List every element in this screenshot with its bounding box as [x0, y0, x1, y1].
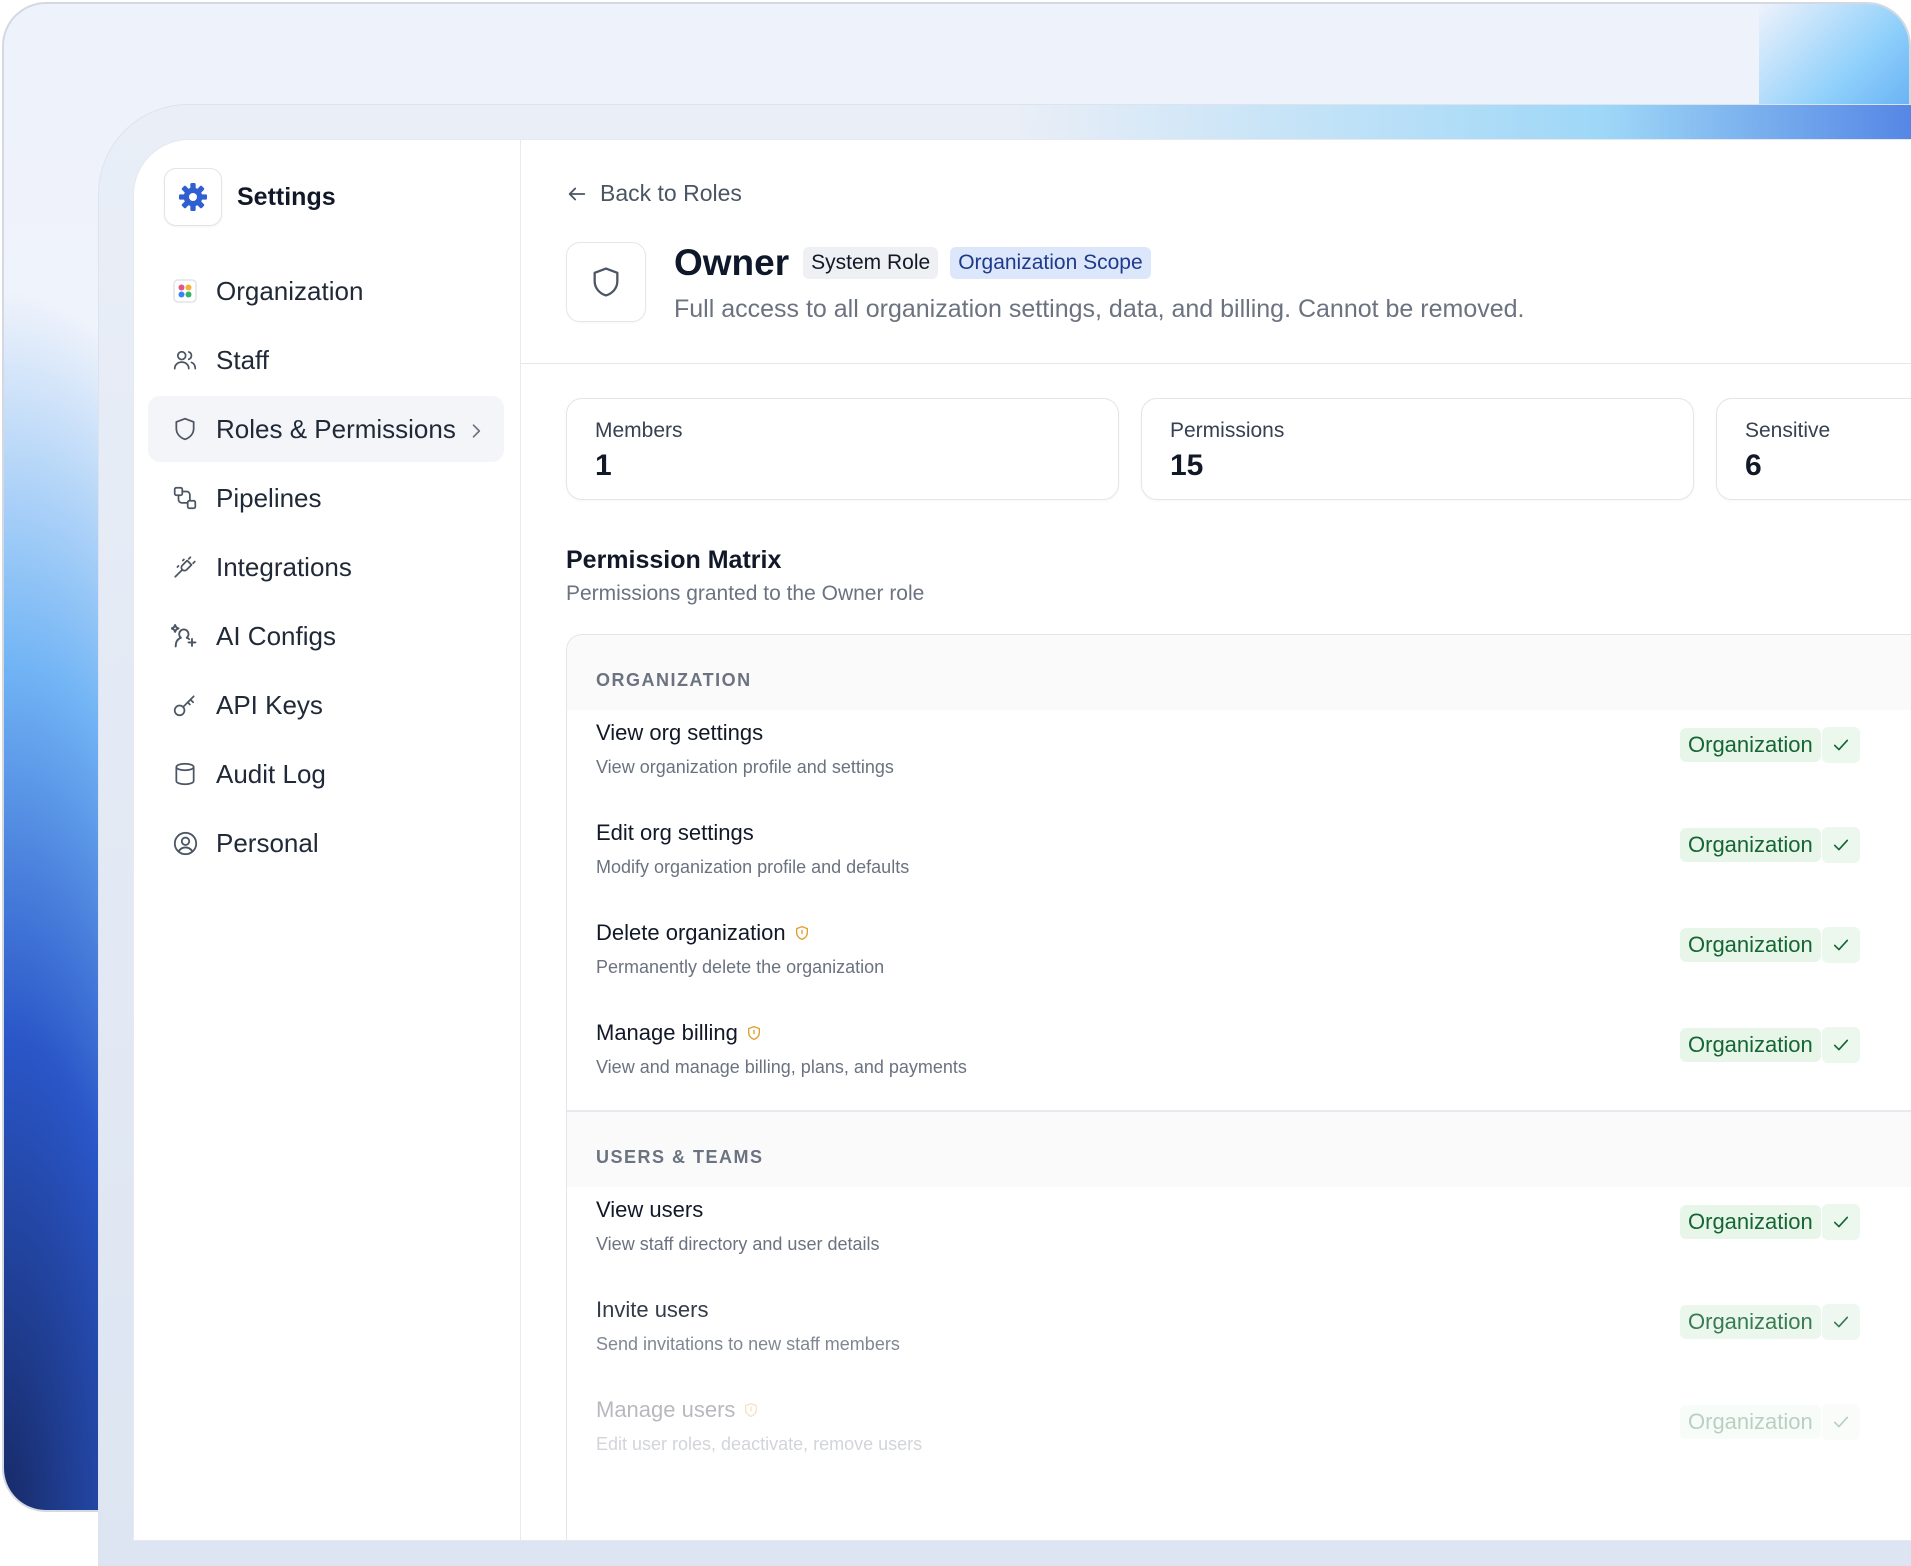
sidebar-item-label: Pipelines	[216, 482, 322, 513]
sidebar-item-ai-configs[interactable]: AI Configs	[148, 603, 504, 669]
permission-row: Invite users Send invitations to new sta…	[567, 1287, 1911, 1387]
sidebar-item-label: Integrations	[216, 551, 352, 582]
permission-title: Manage billing	[596, 1020, 738, 1045]
permission-title: Invite users	[596, 1297, 709, 1322]
sidebar-item-roles-permissions[interactable]: Roles & Permissions	[148, 396, 504, 462]
scope-badge: Organization Scope	[950, 247, 1151, 279]
permission-matrix-subtitle: Permissions granted to the Owner role	[566, 582, 925, 605]
scope-badge: Organization	[1680, 1405, 1821, 1439]
app-title: Settings	[237, 182, 336, 211]
main-content: Back to Roles Owner System Role Organiza…	[521, 140, 1911, 1540]
sidebar-item-label: Roles & Permissions	[216, 413, 456, 444]
check-icon	[1822, 1204, 1860, 1240]
stat-card-members: Members 1	[566, 398, 1119, 500]
permission-title: View org settings	[596, 720, 764, 745]
role-name: Owner	[674, 242, 790, 283]
sidebar-item-label: Organization	[216, 275, 364, 306]
sidebar-item-label: API Keys	[216, 689, 323, 720]
permission-row: Delete organization Permanently delete t…	[567, 910, 1911, 1010]
header-divider	[521, 363, 1911, 364]
sidebar-item-audit-log[interactable]: Audit Log	[148, 741, 504, 807]
permission-matrix: ORGANIZATION View org settings View orga…	[566, 634, 1911, 1540]
group-name: USERS & TEAMS	[596, 1147, 764, 1167]
system-role-badge: System Role	[803, 247, 939, 279]
sidebar: Settings Organization Staff Roles & Perm…	[134, 140, 521, 1540]
sidebar-item-pipelines[interactable]: Pipelines	[148, 465, 504, 531]
permission-row: Manage users Edit user roles, deactivate…	[567, 1387, 1911, 1487]
scope-badge: Organization	[1680, 728, 1821, 762]
stat-card-permissions: Permissions 15	[1141, 398, 1694, 500]
sidebar-item-api-keys[interactable]: API Keys	[148, 672, 504, 738]
role-description: Full access to all organization settings…	[674, 295, 1525, 323]
check-icon	[1822, 1404, 1860, 1440]
check-icon	[1822, 1304, 1860, 1340]
sidebar-nav: Organization Staff Roles & Permissions P…	[148, 258, 504, 879]
sidebar-item-label: AI Configs	[216, 620, 336, 651]
sidebar-item-staff[interactable]: Staff	[148, 327, 504, 393]
role-header: Owner System Role Organization Scope	[674, 242, 1163, 284]
shield-icon	[170, 414, 200, 444]
group-header-users-teams: USERS & TEAMS	[567, 1112, 1911, 1187]
database-icon	[170, 759, 200, 789]
group-name: ORGANIZATION	[596, 670, 752, 690]
stat-value: 1	[595, 449, 612, 482]
permission-row: View users View staff directory and user…	[567, 1187, 1911, 1287]
back-label: Back to Roles	[600, 180, 742, 206]
permission-description: View organization profile and settings	[596, 757, 894, 777]
stat-value: 15	[1170, 449, 1204, 482]
sidebar-item-personal[interactable]: Personal	[148, 810, 504, 876]
check-icon	[1822, 927, 1860, 963]
permission-matrix-title: Permission Matrix	[566, 546, 782, 574]
chevron-right-icon	[466, 418, 486, 449]
sidebar-item-label: Staff	[216, 344, 270, 375]
permission-title: Delete organization	[596, 920, 786, 945]
plug-icon	[170, 552, 200, 582]
stat-label: Members	[595, 419, 683, 442]
permission-row: View org settings View organization prof…	[567, 710, 1911, 810]
stat-label: Sensitive	[1745, 419, 1831, 442]
scope-badge: Organization	[1680, 1205, 1821, 1239]
scope-badge: Organization	[1680, 1028, 1821, 1062]
check-icon	[1822, 1027, 1860, 1063]
permission-row: Edit org settings Modify organization pr…	[567, 810, 1911, 910]
sidebar-item-label: Personal	[216, 827, 319, 858]
sidebar-item-label: Audit Log	[216, 758, 326, 789]
user-circle-icon	[170, 828, 200, 858]
stat-label: Permissions	[1170, 419, 1285, 442]
sidebar-header: Settings	[164, 168, 336, 226]
permission-description: Modify organization profile and defaults	[596, 857, 910, 877]
group-header-organization: ORGANIZATION	[567, 635, 1911, 710]
scope-badge: Organization	[1680, 828, 1821, 862]
stat-value: 6	[1745, 449, 1762, 482]
check-icon	[1822, 827, 1860, 863]
arrow-left-icon	[568, 187, 586, 200]
sensitive-shield-icon	[745, 1403, 758, 1417]
permission-description: Send invitations to new staff members	[596, 1334, 900, 1354]
settings-gear-icon	[164, 168, 222, 226]
permission-description: Edit user roles, deactivate, remove user…	[596, 1434, 923, 1454]
scope-badge: Organization	[1680, 1305, 1821, 1339]
sensitive-shield-icon	[747, 1026, 760, 1040]
permission-title: Edit org settings	[596, 820, 754, 845]
scope-badge: Organization	[1680, 928, 1821, 962]
check-icon	[1822, 727, 1860, 763]
grid-colored-icon	[170, 276, 200, 306]
users-icon	[170, 345, 200, 375]
pipelines-icon	[170, 483, 200, 513]
sidebar-item-organization[interactable]: Organization	[148, 258, 504, 324]
back-to-roles-link[interactable]: Back to Roles	[566, 180, 742, 207]
ai-sparkle-icon	[170, 621, 200, 651]
key-icon	[170, 690, 200, 720]
stat-card-sensitive: Sensitive 6	[1716, 398, 1911, 500]
permission-row: Manage billing View and manage billing, …	[567, 1010, 1911, 1110]
sensitive-shield-icon	[795, 926, 808, 940]
permission-description: View staff directory and user details	[596, 1234, 880, 1254]
permission-description: View and manage billing, plans, and paym…	[596, 1057, 967, 1077]
app-window: Settings Organization Staff Roles & Perm…	[133, 139, 1911, 1541]
permission-title: View users	[596, 1197, 704, 1222]
role-shield-icon	[566, 242, 646, 322]
sidebar-item-integrations[interactable]: Integrations	[148, 534, 504, 600]
permission-title: Manage users	[596, 1397, 736, 1422]
permission-description: Permanently delete the organization	[596, 957, 885, 977]
